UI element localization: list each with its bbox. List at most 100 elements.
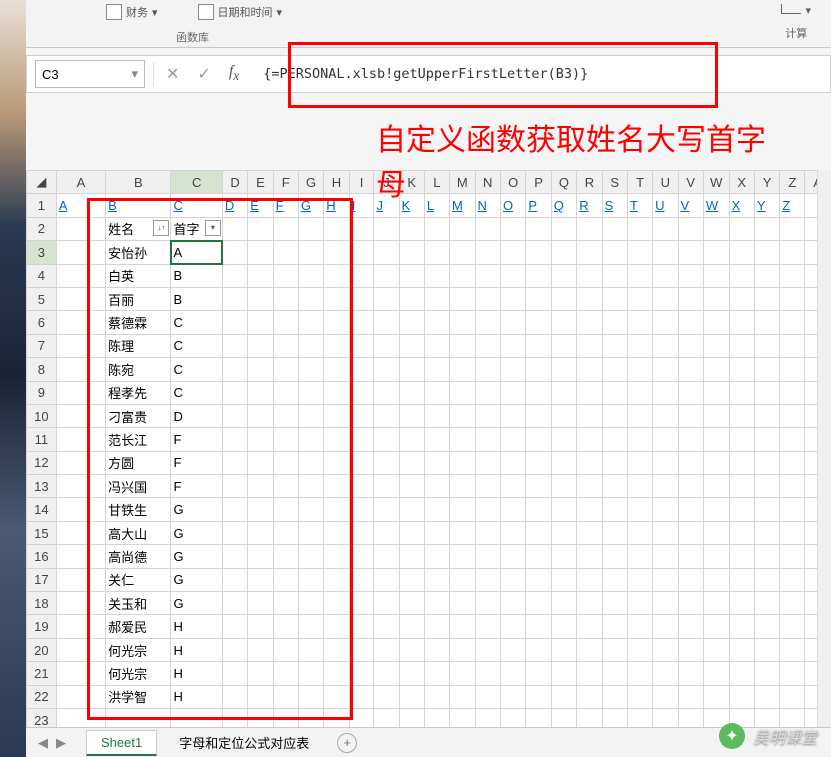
cell[interactable] xyxy=(653,638,678,661)
cell[interactable] xyxy=(754,475,779,498)
cell[interactable] xyxy=(324,498,349,521)
cell[interactable] xyxy=(298,311,323,334)
cell[interactable] xyxy=(678,568,703,591)
cell[interactable] xyxy=(729,381,754,404)
cell[interactable] xyxy=(424,334,449,357)
cell[interactable] xyxy=(248,264,273,287)
cell[interactable] xyxy=(424,568,449,591)
cell[interactable] xyxy=(273,638,298,661)
cell[interactable] xyxy=(449,638,475,661)
cell[interactable] xyxy=(678,428,703,451)
cell[interactable] xyxy=(349,592,374,615)
cell[interactable] xyxy=(678,217,703,240)
cell[interactable]: D xyxy=(222,194,247,217)
sheet-tab-active[interactable]: Sheet1 xyxy=(86,730,157,756)
cell[interactable] xyxy=(399,428,424,451)
cell[interactable] xyxy=(374,662,399,685)
cell[interactable] xyxy=(754,311,779,334)
cell[interactable] xyxy=(500,521,525,544)
cell[interactable] xyxy=(627,685,652,708)
cell[interactable] xyxy=(754,615,779,638)
col-header[interactable]: F xyxy=(273,171,298,194)
cell[interactable] xyxy=(298,592,323,615)
cell[interactable]: C xyxy=(171,311,222,334)
cell[interactable] xyxy=(627,358,652,381)
cell[interactable] xyxy=(627,241,652,264)
cell[interactable] xyxy=(475,451,500,474)
cell[interactable] xyxy=(248,381,273,404)
cell[interactable] xyxy=(222,638,247,661)
cell[interactable] xyxy=(602,498,627,521)
cell[interactable] xyxy=(374,287,399,310)
cell[interactable] xyxy=(703,592,729,615)
cell[interactable] xyxy=(729,428,754,451)
cell[interactable]: Y xyxy=(754,194,779,217)
cell[interactable]: 冯兴国 xyxy=(106,475,171,498)
cell[interactable] xyxy=(248,217,273,240)
chevron-down-icon[interactable]: ▾ xyxy=(131,66,138,82)
ribbon-btn-datetime[interactable]: 日期和时间 ▾ xyxy=(198,4,283,20)
spreadsheet-grid[interactable]: ◢ ABCDEFGHIJKLMNOPQRSTUVWXYZA 1ABCDEFGHI… xyxy=(26,170,831,732)
cell[interactable]: 何光宗 xyxy=(106,638,171,661)
cell[interactable] xyxy=(298,638,323,661)
cell[interactable] xyxy=(399,521,424,544)
cell[interactable] xyxy=(399,404,424,427)
cell[interactable] xyxy=(754,592,779,615)
cell[interactable] xyxy=(248,638,273,661)
cell[interactable] xyxy=(729,264,754,287)
cell[interactable]: 洪学智 xyxy=(106,685,171,708)
row-header[interactable]: 6 xyxy=(27,311,57,334)
cell[interactable] xyxy=(703,381,729,404)
cell[interactable] xyxy=(526,475,551,498)
cell[interactable] xyxy=(678,475,703,498)
cell[interactable] xyxy=(399,241,424,264)
cell[interactable]: I xyxy=(349,194,374,217)
col-header[interactable]: Y xyxy=(754,171,779,194)
cell[interactable] xyxy=(449,498,475,521)
cell[interactable] xyxy=(349,662,374,685)
cell[interactable] xyxy=(754,217,779,240)
cell[interactable] xyxy=(780,521,805,544)
cell[interactable]: C xyxy=(171,194,222,217)
cell[interactable] xyxy=(602,287,627,310)
cell[interactable] xyxy=(577,334,602,357)
col-header[interactable]: Z xyxy=(780,171,805,194)
cell[interactable] xyxy=(551,662,576,685)
cell[interactable] xyxy=(374,381,399,404)
cell[interactable] xyxy=(399,568,424,591)
cell[interactable] xyxy=(780,592,805,615)
cell[interactable] xyxy=(627,451,652,474)
cell[interactable]: 郝爱民 xyxy=(106,615,171,638)
cell[interactable] xyxy=(653,264,678,287)
cell[interactable]: G xyxy=(171,521,222,544)
cell[interactable] xyxy=(602,428,627,451)
cell[interactable] xyxy=(780,241,805,264)
cell[interactable] xyxy=(349,638,374,661)
cell[interactable] xyxy=(780,451,805,474)
cell[interactable] xyxy=(678,404,703,427)
cell[interactable] xyxy=(298,264,323,287)
row-header[interactable]: 21 xyxy=(27,662,57,685)
cell[interactable] xyxy=(526,264,551,287)
cell[interactable] xyxy=(475,545,500,568)
cell[interactable] xyxy=(551,358,576,381)
cell[interactable] xyxy=(551,311,576,334)
cell[interactable]: 陈宛 xyxy=(106,358,171,381)
cell[interactable] xyxy=(551,568,576,591)
cell[interactable] xyxy=(780,615,805,638)
cell[interactable] xyxy=(424,287,449,310)
cell[interactable] xyxy=(222,217,247,240)
cell[interactable] xyxy=(56,381,105,404)
cell[interactable] xyxy=(248,404,273,427)
cell[interactable] xyxy=(627,521,652,544)
cell[interactable] xyxy=(551,685,576,708)
cell[interactable] xyxy=(729,241,754,264)
cell[interactable] xyxy=(729,592,754,615)
cell[interactable]: B xyxy=(171,264,222,287)
ribbon-btn-finance[interactable]: 财务 ▾ xyxy=(106,4,158,20)
cell[interactable] xyxy=(754,451,779,474)
cell[interactable] xyxy=(424,662,449,685)
cell[interactable] xyxy=(500,615,525,638)
cell[interactable] xyxy=(222,662,247,685)
cell[interactable]: G xyxy=(171,498,222,521)
